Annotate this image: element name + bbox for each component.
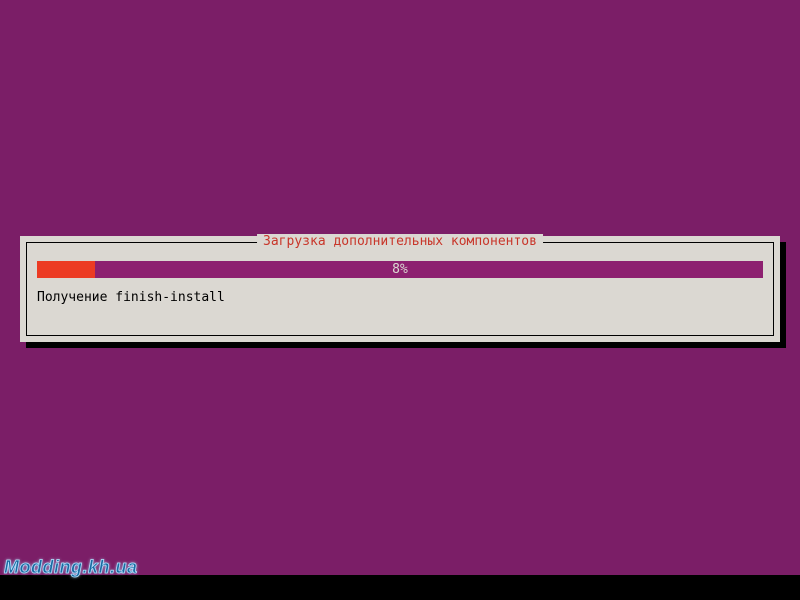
dialog-title: Загрузка дополнительных компонентов — [257, 234, 543, 249]
bottom-black-band — [0, 575, 800, 600]
dialog-container: Загрузка дополнительных компонентов 8% П… — [20, 236, 780, 342]
watermark-text: Modding.kh.ua — [4, 557, 137, 578]
progress-percent-label: 8% — [37, 261, 763, 278]
progress-bar: 8% — [37, 261, 763, 278]
dialog-border: Загрузка дополнительных компонентов 8% П… — [26, 242, 774, 336]
progress-dialog: Загрузка дополнительных компонентов 8% П… — [20, 236, 780, 342]
status-text: Получение finish-install — [37, 290, 763, 305]
